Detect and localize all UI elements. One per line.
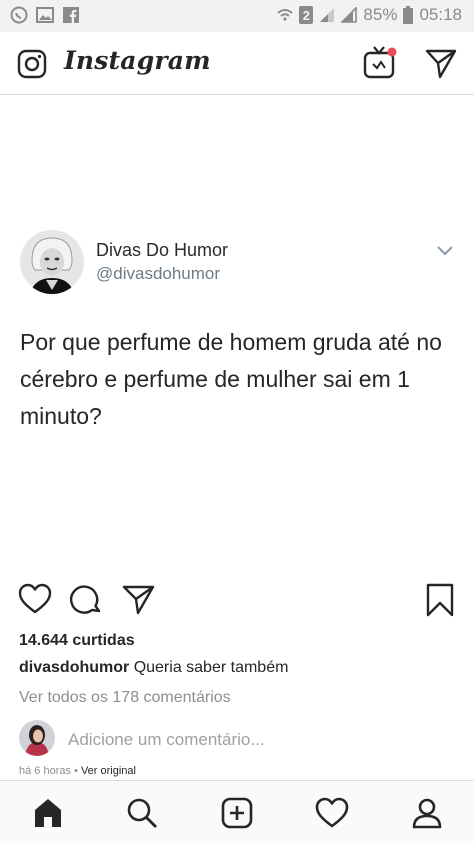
tweet-author-name: Divas Do Humor: [96, 240, 229, 260]
new-post-icon[interactable]: [219, 795, 255, 831]
activity-icon[interactable]: [314, 795, 350, 831]
whatsapp-icon: [10, 6, 28, 24]
comment-button[interactable]: [69, 583, 104, 622]
current-user-avatar: [19, 720, 55, 756]
caption-text: Queria saber também: [133, 659, 289, 676]
search-icon[interactable]: [124, 795, 160, 831]
direct-icon[interactable]: [424, 46, 458, 80]
status-bar-left: [10, 6, 80, 24]
like-button[interactable]: [18, 583, 52, 620]
view-all-comments-link[interactable]: Ver todos os 178 comentários: [19, 689, 231, 707]
igtv-icon[interactable]: [362, 44, 398, 80]
home-icon[interactable]: [30, 795, 66, 831]
share-button[interactable]: [122, 583, 156, 620]
facebook-icon: [62, 6, 80, 24]
add-comment-input[interactable]: Adicione um comentário...: [68, 730, 265, 750]
tweet-text: Por que perfume de homem gruda até no cé…: [20, 329, 442, 429]
camera-icon[interactable]: [16, 48, 48, 80]
status-bar-right: 2 85% 05:18: [277, 5, 462, 25]
image-icon: [36, 6, 54, 24]
see-original-link[interactable]: Ver original: [81, 765, 136, 777]
signal-icon: [341, 7, 358, 23]
battery-percentage: 85%: [363, 5, 398, 24]
bottom-navigation: [0, 780, 474, 843]
profile-icon[interactable]: [409, 795, 445, 831]
status-bar: 2 85% 05:18: [0, 0, 474, 32]
chevron-down-icon: [436, 244, 454, 262]
app-header: Instagram: [0, 32, 474, 95]
signal-icon: [319, 7, 335, 23]
caption: divasdohumor Queria saber também: [19, 659, 288, 677]
sim-icon: 2: [299, 6, 314, 24]
tweet-author-handle: @divasdohumor: [96, 264, 221, 283]
time-ago: há 6 horas: [19, 765, 71, 777]
separator: •: [70, 765, 81, 777]
instagram-logo: Instagram: [64, 46, 211, 75]
caption-username[interactable]: divasdohumor: [19, 659, 129, 676]
like-count[interactable]: 14.644 curtidas: [19, 632, 135, 650]
wifi-icon: [277, 6, 294, 24]
bookmark-button[interactable]: [424, 583, 456, 622]
clock: 05:18: [419, 5, 462, 24]
tweet-avatar: [20, 230, 84, 294]
notification-dot: [387, 47, 397, 57]
battery-icon: [403, 6, 414, 24]
post-timestamp: há 6 horas • Ver original: [19, 765, 136, 777]
